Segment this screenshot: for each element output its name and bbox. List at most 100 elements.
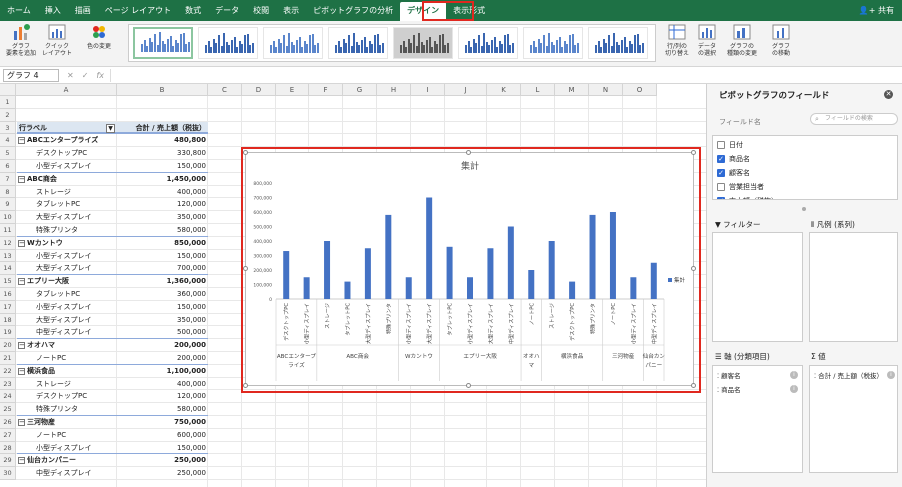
row-header[interactable]: 29 bbox=[0, 454, 16, 468]
pivot-item-label[interactable]: 大型ディスプレイ bbox=[36, 211, 92, 224]
row-header[interactable]: 23 bbox=[0, 377, 16, 391]
change-colors-button[interactable]: 色の変更 bbox=[84, 23, 114, 50]
value-cell[interactable]: 350,000 bbox=[118, 211, 208, 224]
value-cell[interactable]: 330,800 bbox=[118, 147, 208, 160]
column-header-L[interactable]: L bbox=[521, 84, 555, 96]
value-cell[interactable]: 150,000 bbox=[118, 250, 208, 263]
quick-layout-button[interactable]: クイック レイアウト bbox=[40, 23, 74, 57]
pivot-item-label[interactable]: タブレットPC bbox=[36, 198, 80, 211]
field-search-input[interactable]: ⌕ フィールドの検索 bbox=[810, 113, 898, 125]
column-header-A[interactable]: A bbox=[16, 84, 117, 96]
splitter-handle[interactable] bbox=[802, 207, 806, 211]
collapse-icon[interactable]: − bbox=[18, 175, 25, 183]
value-cell[interactable]: 1,100,000 bbox=[118, 365, 208, 378]
select-data-button[interactable]: データ の選択 bbox=[694, 23, 720, 57]
value-cell[interactable]: 1,450,000 bbox=[118, 173, 208, 186]
value-cell[interactable]: 750,000 bbox=[118, 416, 208, 429]
resize-handle[interactable] bbox=[691, 383, 696, 388]
row-header[interactable]: 4 bbox=[0, 134, 16, 148]
chart-style-thumbnail[interactable] bbox=[198, 27, 258, 59]
column-header-E[interactable]: E bbox=[276, 84, 309, 96]
row-header[interactable]: 24 bbox=[0, 390, 16, 404]
chart-style-thumbnail[interactable] bbox=[393, 27, 453, 59]
pivot-item-label[interactable]: ストレージ bbox=[36, 186, 71, 199]
axis-drop-zone[interactable]: ⁚ 顧客名 i ⁚ 商品名 i bbox=[712, 365, 803, 473]
tab-0[interactable]: ホーム bbox=[0, 0, 38, 21]
tab-6[interactable]: 校閲 bbox=[246, 0, 276, 21]
pivot-group-label[interactable]: ABC商会 bbox=[27, 173, 57, 186]
column-header-D[interactable]: D bbox=[242, 84, 276, 96]
axis-field-customer[interactable]: ⁚ 顧客名 bbox=[717, 370, 741, 380]
function-icon[interactable]: fx bbox=[96, 71, 104, 80]
row-header[interactable]: 21 bbox=[0, 352, 16, 365]
tab-4[interactable]: 数式 bbox=[178, 0, 208, 21]
tab-5[interactable]: データ bbox=[208, 0, 246, 21]
chart-style-thumbnail[interactable] bbox=[328, 27, 388, 59]
column-header-O[interactable]: O bbox=[623, 84, 657, 96]
pivot-item-label[interactable]: 大型ディスプレイ bbox=[36, 314, 92, 327]
pivot-item-label[interactable]: デスクトップPC bbox=[36, 390, 87, 403]
row-header[interactable]: 5 bbox=[0, 147, 16, 160]
pivot-item-label[interactable]: 中型ディスプレイ bbox=[36, 467, 92, 480]
field-item[interactable]: 日付 bbox=[717, 139, 743, 151]
filter-dropdown-icon[interactable]: ▼ bbox=[106, 123, 115, 133]
formula-input[interactable] bbox=[109, 68, 870, 82]
row-header[interactable]: 2 bbox=[0, 108, 16, 122]
resize-handle[interactable] bbox=[243, 150, 248, 155]
info-icon[interactable]: i bbox=[887, 371, 895, 379]
row-header[interactable]: 18 bbox=[0, 313, 16, 327]
cancel-icon[interactable]: ✕ bbox=[67, 71, 74, 80]
value-cell[interactable]: 850,000 bbox=[118, 237, 208, 250]
tab-8[interactable]: ピボットグラフの分析 bbox=[306, 0, 400, 21]
row-header[interactable]: 28 bbox=[0, 441, 16, 455]
collapse-icon[interactable]: − bbox=[18, 457, 25, 465]
value-field-sales[interactable]: ⁚ 合計 / 売上額（税抜） bbox=[814, 370, 883, 380]
row-header[interactable]: 3 bbox=[0, 121, 16, 135]
column-header-G[interactable]: G bbox=[343, 84, 377, 96]
filter-drop-zone[interactable] bbox=[712, 232, 803, 342]
row-header[interactable]: 11 bbox=[0, 224, 16, 237]
column-header-J[interactable]: J bbox=[445, 84, 487, 96]
checkbox[interactable] bbox=[717, 141, 725, 149]
row-header[interactable]: 9 bbox=[0, 198, 16, 212]
pivot-group-label[interactable]: 三河物産 bbox=[27, 416, 55, 429]
row-header[interactable]: 12 bbox=[0, 236, 16, 250]
column-header-N[interactable]: N bbox=[589, 84, 623, 96]
resize-handle[interactable] bbox=[243, 266, 248, 271]
row-header[interactable]: 6 bbox=[0, 160, 16, 173]
collapse-icon[interactable]: − bbox=[18, 137, 25, 145]
tab-3[interactable]: ページ レイアウト bbox=[98, 0, 178, 21]
chart-style-thumbnail[interactable] bbox=[588, 27, 648, 59]
pivot-item-label[interactable]: ストレージ bbox=[36, 378, 71, 391]
legend-drop-zone[interactable] bbox=[809, 232, 898, 342]
row-header[interactable]: 13 bbox=[0, 249, 16, 263]
value-cell[interactable]: 360,000 bbox=[118, 288, 208, 301]
checkbox[interactable]: ✓ bbox=[717, 155, 725, 163]
resize-handle[interactable] bbox=[691, 150, 696, 155]
value-cell[interactable]: 200,000 bbox=[118, 339, 208, 352]
value-cell[interactable]: 400,000 bbox=[118, 378, 208, 391]
row-header[interactable]: 14 bbox=[0, 262, 16, 276]
field-item[interactable]: ✓ 顧客名 bbox=[717, 167, 750, 179]
row-header[interactable]: 20 bbox=[0, 339, 16, 352]
chart-style-thumbnail[interactable] bbox=[523, 27, 583, 59]
collapse-icon[interactable]: − bbox=[18, 419, 25, 426]
info-icon[interactable]: i bbox=[790, 385, 798, 393]
select-all-corner[interactable] bbox=[0, 84, 16, 96]
switch-row-column-button[interactable]: 行/列の 切り替え bbox=[662, 23, 692, 57]
pivot-group-label[interactable]: 仙台カンパニー bbox=[27, 454, 76, 467]
value-cell[interactable]: 480,800 bbox=[118, 134, 208, 147]
column-header-I[interactable]: I bbox=[411, 84, 445, 96]
row-header[interactable]: 25 bbox=[0, 403, 16, 416]
info-icon[interactable]: i bbox=[790, 371, 798, 379]
column-header-C[interactable]: C bbox=[208, 84, 242, 96]
row-header[interactable]: 30 bbox=[0, 467, 16, 480]
resize-handle[interactable] bbox=[243, 383, 248, 388]
close-icon[interactable]: ✕ bbox=[884, 90, 893, 99]
pivot-group-label[interactable]: Wカントウ bbox=[27, 237, 63, 250]
pivot-group-label[interactable]: ABCエンタープライズ bbox=[27, 134, 98, 147]
pivot-item-label[interactable]: ノートPC bbox=[36, 429, 66, 442]
row-header[interactable]: 26 bbox=[0, 416, 16, 429]
column-header-F[interactable]: F bbox=[309, 84, 343, 96]
field-item[interactable]: ✓ 商品名 bbox=[717, 153, 750, 165]
